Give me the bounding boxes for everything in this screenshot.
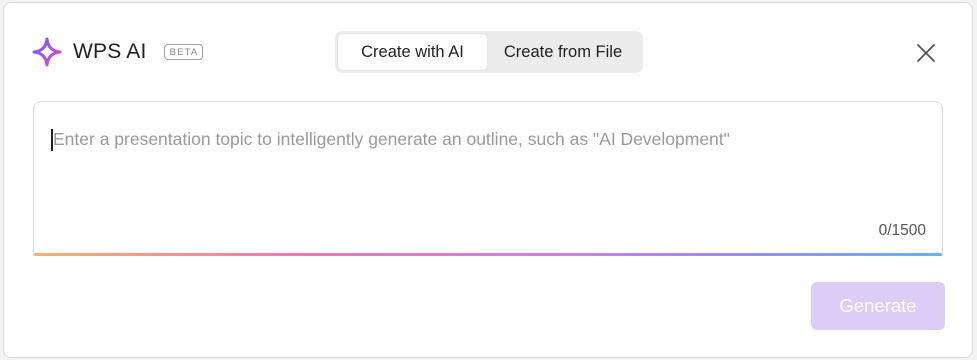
dialog-header: WPS AI BETA Create with AI Create from F… bbox=[4, 3, 972, 103]
tab-create-from-file[interactable]: Create from File bbox=[487, 34, 639, 70]
brand-name: WPS AI bbox=[73, 40, 147, 63]
generate-button[interactable]: Generate bbox=[811, 282, 945, 330]
wps-ai-dialog: WPS AI BETA Create with AI Create from F… bbox=[3, 2, 973, 358]
brand: WPS AI BETA bbox=[32, 36, 204, 68]
character-count: 0/1500 bbox=[878, 222, 926, 239]
close-icon bbox=[917, 44, 935, 62]
beta-badge: BETA bbox=[163, 44, 204, 60]
topic-input[interactable] bbox=[34, 102, 942, 256]
close-button[interactable] bbox=[912, 39, 940, 67]
tab-create-with-ai[interactable]: Create with AI bbox=[338, 34, 487, 70]
topic-input-box[interactable]: 0/1500 bbox=[33, 101, 943, 256]
input-gradient-underline bbox=[34, 253, 942, 256]
mode-tabs: Create with AI Create from File bbox=[335, 31, 643, 73]
sparkle-icon bbox=[32, 37, 62, 67]
